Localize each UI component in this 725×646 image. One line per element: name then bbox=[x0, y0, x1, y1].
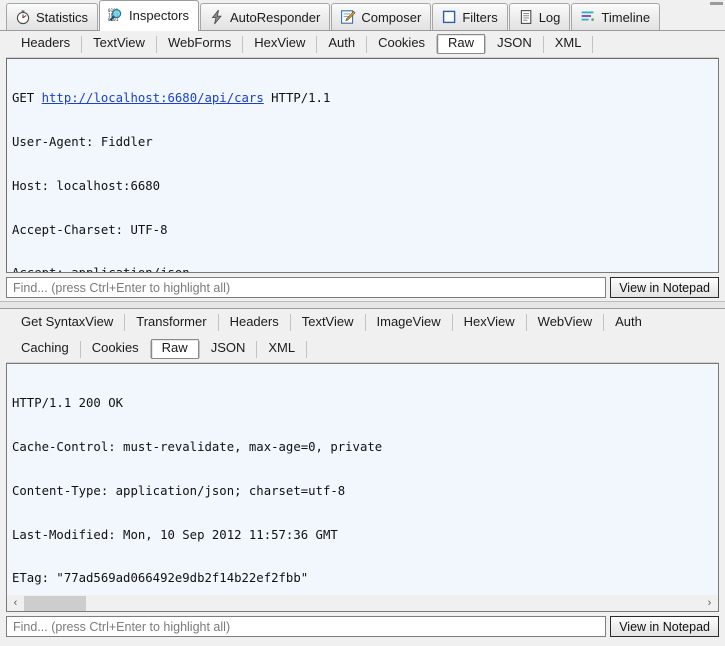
response-tab-get-syntaxview[interactable]: Get SyntaxView bbox=[10, 313, 124, 333]
request-tab-row: Headers TextView WebForms HexView Auth C… bbox=[6, 31, 719, 58]
response-header-line: ETag: "77ad569ad066492e9db2f14b22ef2fbb" bbox=[12, 571, 309, 586]
request-line: GET http://localhost:6680/api/cars HTTP/… bbox=[12, 91, 714, 106]
filters-icon bbox=[441, 9, 457, 25]
request-tab-cookies[interactable]: Cookies bbox=[367, 34, 436, 54]
response-tab-xml[interactable]: XML bbox=[257, 339, 306, 359]
response-tab-webview[interactable]: WebView bbox=[527, 313, 603, 333]
response-tab-auth[interactable]: Auth bbox=[604, 313, 653, 333]
main-tab-label: Log bbox=[538, 9, 561, 25]
response-tab-imageview[interactable]: ImageView bbox=[366, 313, 452, 333]
response-header-line: Content-Type: application/json; charset=… bbox=[12, 483, 346, 498]
main-tab-label: Composer bbox=[361, 9, 422, 25]
main-tab-log[interactable]: Log bbox=[508, 3, 571, 30]
request-raw-textarea[interactable]: GET http://localhost:6680/api/cars HTTP/… bbox=[6, 58, 719, 273]
request-header-line: Accept: application/json bbox=[12, 266, 714, 272]
request-header-line: Host: localhost:6680 bbox=[12, 178, 161, 193]
request-header-line: Accept-Charset: UTF-8 bbox=[12, 222, 168, 237]
response-header-line: Last-Modified: Mon, 10 Sep 2012 11:57:36… bbox=[12, 527, 338, 542]
main-tab-statistics[interactable]: Statistics bbox=[6, 3, 99, 30]
response-raw-textarea[interactable]: HTTP/1.1 200 OK Cache-Control: must-reva… bbox=[6, 363, 719, 595]
request-tab-hexview[interactable]: HexView bbox=[243, 34, 316, 54]
request-url-link[interactable]: http://localhost:6680/api/cars bbox=[42, 91, 264, 105]
request-http-version: HTTP/1.1 bbox=[271, 91, 331, 106]
response-tab-row-1: Get SyntaxView Transformer Headers TextV… bbox=[6, 309, 719, 336]
response-horizontal-scrollbar[interactable]: ‹ › bbox=[6, 595, 719, 612]
window-bottom-filler bbox=[0, 640, 725, 646]
request-find-input[interactable]: Find... (press Ctrl+Enter to highlight a… bbox=[6, 277, 607, 298]
timeline-icon bbox=[580, 9, 596, 25]
fiddler-window: Statistics 0101 1010 0101 Inspectors Au bbox=[0, 0, 725, 646]
composer-icon bbox=[340, 9, 356, 25]
scrollbar-track[interactable] bbox=[24, 595, 701, 611]
scrollbar-thumb[interactable] bbox=[24, 595, 86, 611]
request-header-line: User-Agent: Fiddler bbox=[12, 134, 153, 149]
response-tab-caching[interactable]: Caching bbox=[10, 339, 80, 359]
request-tab-raw[interactable]: Raw bbox=[437, 34, 486, 54]
tab-separator bbox=[306, 340, 308, 358]
main-tab-label: AutoResponder bbox=[230, 9, 321, 25]
main-tab-composer[interactable]: Composer bbox=[331, 3, 432, 30]
response-tab-textview[interactable]: TextView bbox=[291, 313, 365, 333]
pane-splitter[interactable] bbox=[0, 301, 725, 309]
request-view-in-notepad-button[interactable]: View in Notepad bbox=[610, 277, 719, 298]
main-tab-filters[interactable]: Filters bbox=[432, 3, 508, 30]
request-tab-json[interactable]: JSON bbox=[486, 34, 543, 54]
request-tab-webforms[interactable]: WebForms bbox=[157, 34, 242, 54]
minimize-button[interactable] bbox=[710, 2, 723, 5]
magnifier-icon: 0101 1010 0101 bbox=[108, 7, 124, 23]
main-tab-timeline[interactable]: Timeline bbox=[571, 3, 661, 30]
response-tab-transformer[interactable]: Transformer bbox=[125, 313, 217, 333]
request-method: GET bbox=[12, 91, 35, 106]
scroll-right-icon[interactable]: › bbox=[701, 596, 718, 611]
main-tab-strip: Statistics 0101 1010 0101 Inspectors Au bbox=[0, 0, 725, 31]
response-tab-json[interactable]: JSON bbox=[200, 339, 257, 359]
main-tab-label: Inspectors bbox=[129, 7, 189, 23]
main-tab-label: Filters bbox=[462, 9, 498, 25]
response-status-line: HTTP/1.1 200 OK bbox=[12, 396, 124, 411]
request-tab-textview[interactable]: TextView bbox=[82, 34, 156, 54]
main-tab-inspectors[interactable]: 0101 1010 0101 Inspectors bbox=[99, 0, 199, 31]
scroll-left-icon[interactable]: ‹ bbox=[7, 596, 24, 611]
main-tab-label: Timeline bbox=[601, 9, 651, 25]
response-pane: Get SyntaxView Transformer Headers TextV… bbox=[0, 309, 725, 640]
request-find-row: Find... (press Ctrl+Enter to highlight a… bbox=[6, 273, 719, 301]
main-tab-autoresponder[interactable]: AutoResponder bbox=[200, 3, 331, 30]
response-tab-cookies[interactable]: Cookies bbox=[81, 339, 150, 359]
main-tab-label: Statistics bbox=[36, 9, 89, 25]
response-tab-raw[interactable]: Raw bbox=[150, 339, 199, 359]
response-tab-headers[interactable]: Headers bbox=[219, 313, 290, 333]
response-tab-row-2: Caching Cookies Raw JSON XML bbox=[6, 336, 719, 363]
tab-separator bbox=[592, 35, 594, 53]
response-tab-hexview[interactable]: HexView bbox=[453, 313, 526, 333]
log-icon bbox=[518, 9, 534, 25]
response-header-line: Cache-Control: must-revalidate, max-age=… bbox=[12, 439, 383, 454]
response-view-in-notepad-button[interactable]: View in Notepad bbox=[610, 616, 719, 637]
stopwatch-icon bbox=[15, 9, 31, 25]
response-find-row: Find... (press Ctrl+Enter to highlight a… bbox=[6, 612, 719, 640]
request-tab-auth[interactable]: Auth bbox=[317, 34, 366, 54]
response-find-input[interactable]: Find... (press Ctrl+Enter to highlight a… bbox=[6, 616, 607, 637]
request-tab-headers[interactable]: Headers bbox=[10, 34, 81, 54]
bolt-icon bbox=[209, 9, 225, 25]
request-pane: Headers TextView WebForms HexView Auth C… bbox=[0, 31, 725, 301]
request-tab-xml[interactable]: XML bbox=[544, 34, 593, 54]
